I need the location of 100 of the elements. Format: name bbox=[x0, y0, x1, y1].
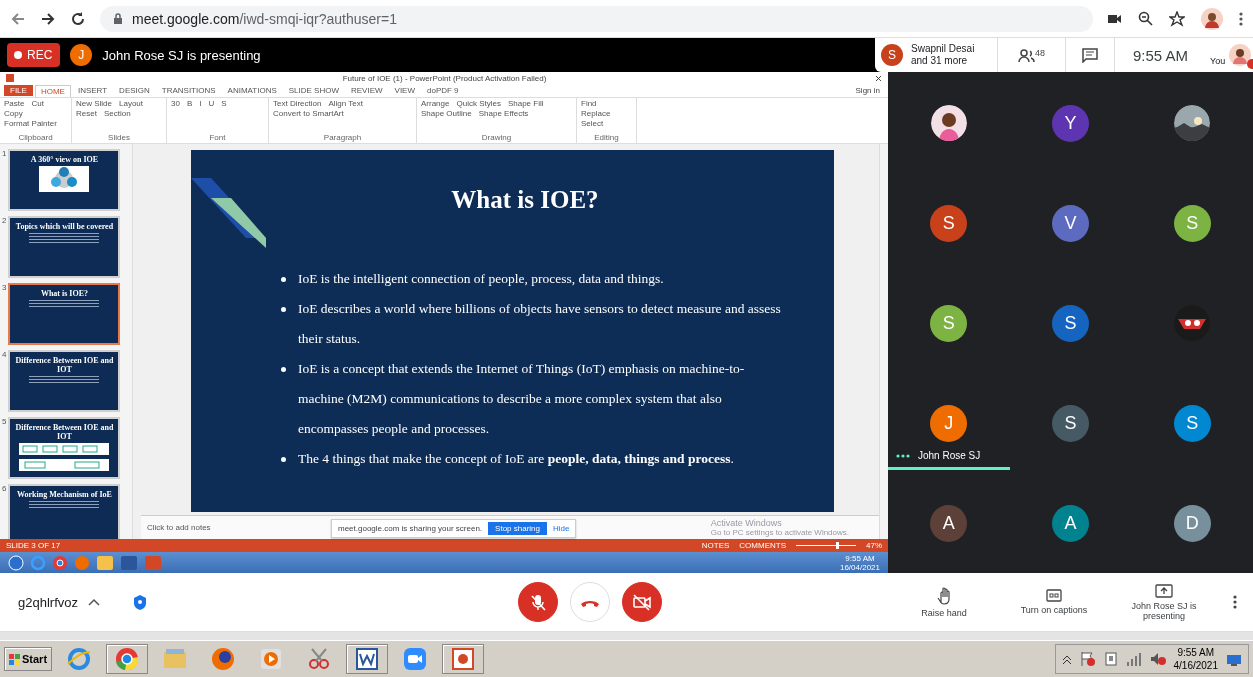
ribbon-command[interactable]: Shape Fill bbox=[507, 99, 544, 109]
ribbon-command[interactable]: Shape Outline bbox=[421, 109, 472, 119]
forward-icon[interactable] bbox=[40, 10, 56, 27]
flag-icon[interactable] bbox=[1079, 651, 1096, 667]
sign-in-link[interactable]: Sign in bbox=[855, 86, 888, 95]
ribbon-command[interactable]: Paste bbox=[4, 99, 25, 109]
clock-time: 9:55 AM bbox=[1177, 646, 1215, 659]
self-label: You bbox=[1210, 56, 1226, 66]
stop-sharing-button[interactable]: Stop sharing bbox=[488, 522, 547, 536]
slide-thumbnail[interactable]: A 360° view on IOE bbox=[8, 149, 121, 211]
ribbon-command[interactable]: B bbox=[186, 99, 193, 109]
caret-icon[interactable] bbox=[88, 597, 100, 607]
tray-date: 16/04/2021 bbox=[839, 562, 880, 572]
slide-thumbnail[interactable]: Working Mechanism of IoE bbox=[8, 484, 121, 539]
presentation-button[interactable]: John Rose SJ is presenting bbox=[1109, 583, 1219, 621]
raise-hand-button[interactable]: Raise hand bbox=[889, 586, 999, 618]
captions-button[interactable]: Turn on captions bbox=[999, 589, 1109, 615]
slider-thumb[interactable] bbox=[835, 542, 839, 549]
bullet-text: IoE is a concept that extends the Internet of Things (IoT) emphasis on machine-to-machine (M2M) communications to describe a more complex system that also encompasses people and processes. bbox=[298, 360, 746, 438]
host-avatar: S bbox=[881, 44, 903, 66]
presenter-status: John Rose SJ is presenting bbox=[102, 47, 261, 63]
ribbon-command[interactable]: Layout bbox=[119, 99, 144, 109]
clock-date: 4/16/2021 bbox=[1173, 659, 1218, 672]
ribbon-tab[interactable]: FILE bbox=[4, 85, 33, 96]
people-button[interactable]: 48 bbox=[1006, 47, 1057, 63]
ribbon-command[interactable]: Replace bbox=[581, 109, 611, 119]
ribbon-tab[interactable]: DESIGN bbox=[114, 85, 155, 96]
ribbon-command[interactable]: Copy bbox=[4, 109, 23, 119]
ribbon-command[interactable]: Reset bbox=[76, 109, 97, 119]
ribbon-command[interactable]: Cut bbox=[31, 99, 44, 109]
slide-thumbnail[interactable]: Topics which will be covered bbox=[8, 216, 121, 278]
ribbon-command[interactable]: New Slide bbox=[76, 99, 112, 109]
bullet-text: IoE describes a world where billions of objects have sensors to detect measure and assess their status. bbox=[298, 300, 782, 348]
start-button[interactable]: Start bbox=[4, 647, 53, 671]
lock-icon bbox=[112, 12, 124, 25]
clock: 9:55 AM bbox=[1132, 46, 1190, 64]
camera-button[interactable] bbox=[622, 582, 662, 622]
slide-thumbnail[interactable]: Difference Between IOE and IOT bbox=[8, 417, 121, 479]
participant-avatar: S bbox=[1173, 404, 1211, 442]
diagram-drawing bbox=[39, 166, 90, 192]
ribbon-command[interactable]: Text Direction bbox=[273, 99, 322, 109]
presenter-avatar: J bbox=[70, 44, 93, 66]
ribbon-command[interactable]: 30 bbox=[171, 99, 180, 109]
ribbon-tab[interactable]: HOME bbox=[34, 84, 71, 97]
ribbon-command[interactable]: U bbox=[208, 99, 215, 109]
group-label: Drawing bbox=[480, 133, 513, 143]
expand-icon[interactable] bbox=[1061, 653, 1072, 665]
ribbon-command[interactable]: Find bbox=[581, 99, 597, 109]
bullet-icon bbox=[281, 367, 286, 372]
group-label: Font bbox=[208, 133, 227, 143]
folder-icon[interactable] bbox=[96, 554, 114, 571]
word-button[interactable] bbox=[346, 644, 389, 674]
bullet-text: The 4 things that make the concept of IoE are people, data, things and process. bbox=[298, 450, 734, 468]
star-icon[interactable] bbox=[1169, 10, 1185, 27]
ribbon-command[interactable]: I bbox=[199, 99, 202, 109]
volume-icon[interactable] bbox=[1149, 651, 1166, 667]
ribbon-command[interactable]: Format Painter bbox=[4, 119, 57, 129]
chrome-button[interactable] bbox=[106, 644, 149, 674]
notes-button[interactable]: NOTES bbox=[701, 541, 730, 550]
powerpoint-button[interactable] bbox=[442, 644, 485, 674]
ribbon-tab[interactable]: SLIDE SHOW bbox=[283, 85, 344, 96]
chrome-icon[interactable] bbox=[52, 554, 68, 571]
shield-icon[interactable] bbox=[132, 593, 148, 611]
more-icon[interactable] bbox=[1239, 10, 1243, 27]
hand-icon bbox=[936, 586, 952, 605]
ribbon-command[interactable]: Section bbox=[103, 109, 131, 119]
ribbon-command[interactable]: Convert to SmartArt bbox=[273, 109, 344, 119]
slide-number: 6 bbox=[2, 484, 7, 495]
close-icon[interactable] bbox=[875, 74, 882, 82]
reload-icon[interactable] bbox=[70, 10, 86, 27]
ribbon-command[interactable]: Arrange bbox=[421, 99, 450, 109]
ribbon-command[interactable]: Shape Effects bbox=[478, 109, 529, 119]
address-bar[interactable]: meet.google.com/iwd-smqi-iqr?authuser=1 bbox=[100, 5, 1093, 32]
back-icon[interactable] bbox=[10, 10, 26, 27]
signal-icon[interactable] bbox=[1125, 651, 1142, 667]
ribbon-command[interactable]: Select bbox=[581, 119, 604, 129]
ribbon-tab[interactable]: TRANSITIONS bbox=[156, 85, 221, 96]
ribbon-command[interactable]: Quick Styles bbox=[456, 99, 501, 109]
ribbon-tab[interactable]: REVIEW bbox=[346, 85, 388, 96]
ribbon-tab[interactable]: INSERT bbox=[72, 85, 113, 96]
microphone-button[interactable] bbox=[518, 582, 558, 622]
ribbon-tab[interactable]: doPDF 9 bbox=[422, 85, 464, 96]
avatar-icon[interactable] bbox=[1201, 7, 1223, 30]
ribbon-command[interactable]: S bbox=[221, 99, 227, 109]
hang-up-button[interactable] bbox=[570, 582, 610, 622]
hide-link[interactable]: Hide bbox=[553, 524, 570, 534]
device-icon[interactable] bbox=[1103, 651, 1118, 667]
ribbon-tab[interactable]: ANIMATIONS bbox=[222, 85, 282, 96]
start-orb-icon[interactable] bbox=[8, 554, 24, 571]
ribbon-tab[interactable]: VIEW bbox=[389, 85, 420, 96]
comments-button[interactable]: COMMENTS bbox=[739, 541, 786, 550]
activation-title: Activate Windows bbox=[710, 518, 783, 529]
zoom-icon[interactable] bbox=[1138, 11, 1153, 26]
participant-avatar: S bbox=[1173, 204, 1211, 242]
more-icon[interactable] bbox=[1233, 594, 1237, 610]
ribbon-command[interactable]: Align Text bbox=[328, 99, 363, 109]
slide-number: 4 bbox=[2, 350, 7, 361]
slide-thumbnail[interactable]: Difference Between IOE and IOT bbox=[8, 350, 121, 412]
slide-thumbnail[interactable]: What is IOE? bbox=[8, 283, 121, 345]
chat-icon[interactable] bbox=[1082, 47, 1098, 63]
